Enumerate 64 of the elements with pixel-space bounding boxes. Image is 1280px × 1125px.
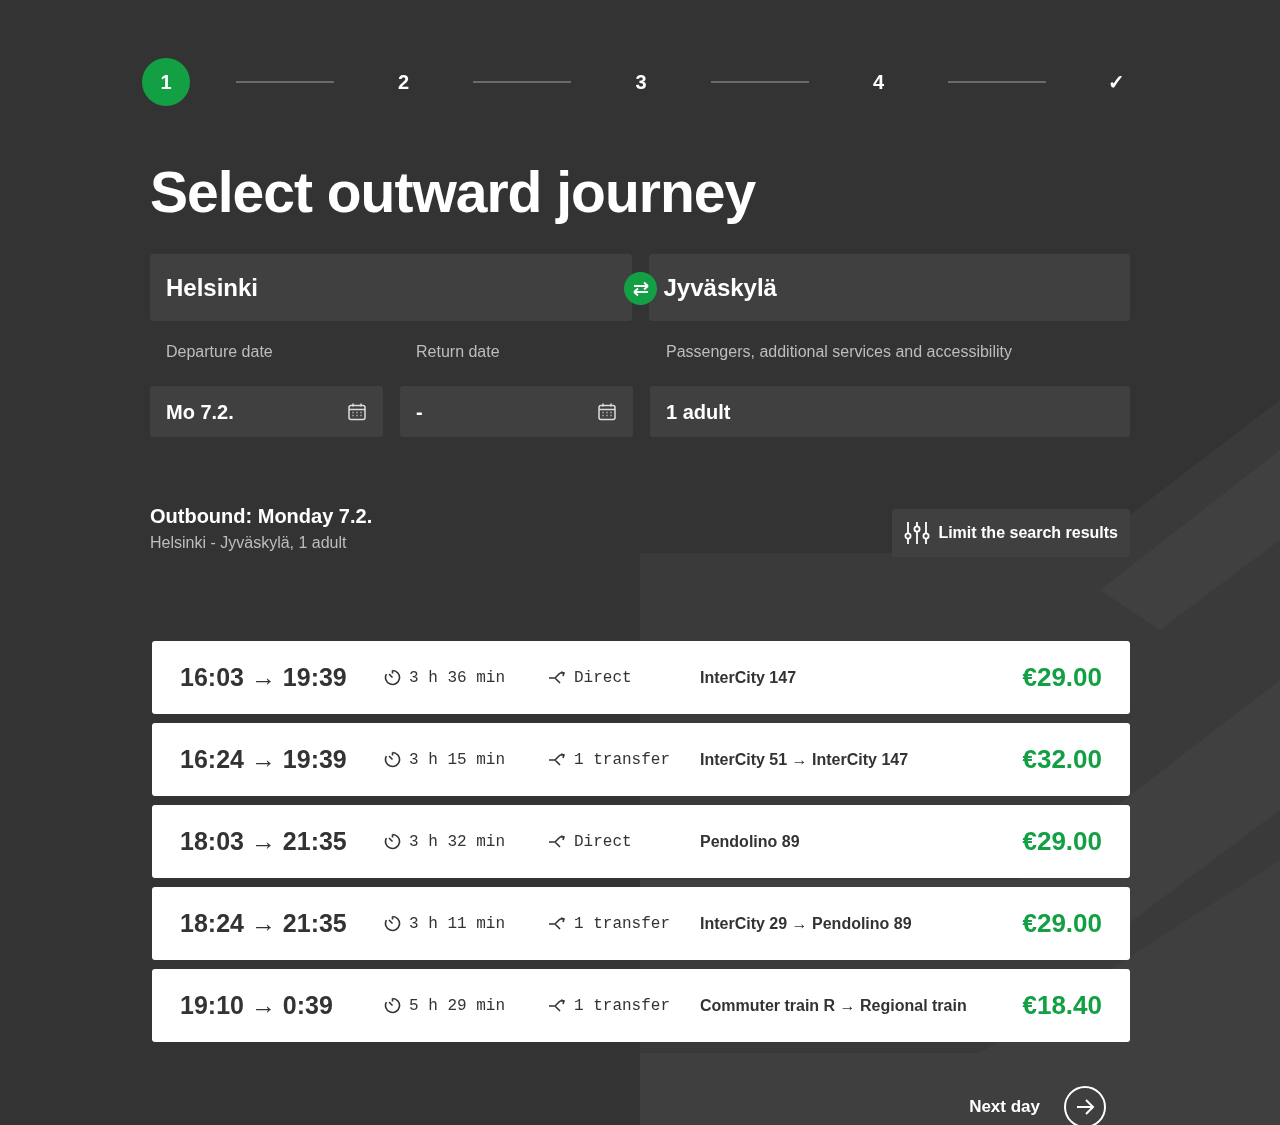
step-indicator: 2 (396, 70, 411, 95)
next-day-label: Next day (969, 1096, 1040, 1119)
input-field[interactable]: - (400, 386, 633, 437)
journey-price: €18.40 (1022, 989, 1102, 1022)
field-label: Return date (415, 342, 501, 362)
split-arrow-icon (548, 834, 566, 849)
filter-button[interactable]: Limit the search results (892, 509, 1130, 557)
field-label: Passengers, additional services and accessibility (665, 342, 1013, 362)
journey-times: 16:24 → 19:39 (180, 743, 348, 775)
timer-icon (384, 833, 401, 850)
calendar-icon (597, 401, 617, 422)
journey-duration: 3 h 11 min (409, 913, 505, 935)
timer-icon (384, 751, 401, 768)
timer-icon (384, 669, 401, 686)
input-field[interactable]: Helsinki (150, 254, 632, 321)
step-indicator: 1 (142, 58, 190, 106)
field-label: Departure date (165, 342, 274, 362)
train-names: InterCity 147 (700, 667, 798, 688)
sliders-icon (904, 521, 931, 545)
journey-duration: 5 h 29 min (409, 995, 505, 1017)
page-title: Select outward journey (150, 159, 757, 226)
train-names: InterCity 29 → Pendolino 89 (700, 913, 913, 934)
journey-summary: Helsinki - Jyväskylä, 1 adult (150, 533, 348, 553)
journey-duration: 3 h 36 min (409, 667, 505, 689)
arrow-right-icon (1075, 1098, 1095, 1116)
timer-icon (384, 915, 401, 932)
journey-transfers: 1 transfer (574, 995, 670, 1017)
journey-price: €32.00 (1022, 743, 1102, 776)
journey-times: 18:24 → 21:35 (180, 907, 348, 939)
journey-duration: 3 h 32 min (409, 831, 505, 853)
input-field[interactable]: Jyväskylä (648, 254, 1130, 321)
train-names: Pendolino 89 (700, 831, 801, 852)
journey-price: €29.00 (1022, 907, 1102, 940)
journey-card[interactable]: 18:03 → 21:35 3 h 32 min Direct Pendolino 89 €29.00 (152, 805, 1130, 878)
journey-card[interactable]: 19:10 → 0:39 5 h 29 min 1 transfer Commuter train R → Regional train €18.40 (152, 969, 1130, 1042)
step-indicator: 4 (871, 70, 886, 95)
journey-card[interactable]: 18:24 → 21:35 3 h 11 min 1 transfer InterCity 29 → Pendolino 89 €29.00 (152, 887, 1130, 960)
input-field[interactable]: Mo 7.2. (150, 386, 383, 437)
journey-card[interactable]: 16:24 → 19:39 3 h 15 min 1 transfer InterCity 51 → InterCity 147 €32.00 (152, 723, 1130, 796)
journey-times: 16:03 → 19:39 (180, 661, 348, 693)
next-day-button[interactable] (1064, 1086, 1106, 1125)
split-arrow-icon (548, 916, 566, 931)
journey-price: €29.00 (1022, 825, 1102, 858)
step-indicator: ✓ (1106, 70, 1126, 95)
step-indicator: 3 (634, 70, 648, 95)
train-names: Commuter train R → Regional train (700, 995, 968, 1016)
journey-transfers: Direct (574, 831, 632, 853)
split-arrow-icon (548, 998, 566, 1013)
journey-transfers: Direct (574, 667, 632, 689)
input-field[interactable]: 1 adult (650, 386, 1130, 437)
train-names: InterCity 51 → InterCity 147 (700, 749, 910, 770)
journey-duration: 3 h 15 min (409, 749, 505, 771)
swap-icon (631, 280, 650, 297)
journey-transfers: 1 transfer (574, 749, 670, 771)
split-arrow-icon (548, 752, 566, 767)
journey-card[interactable]: 16:03 → 19:39 3 h 36 min Direct InterCity 147 €29.00 (152, 641, 1130, 714)
calendar-icon (347, 401, 367, 422)
journey-times: 18:03 → 21:35 (180, 825, 348, 857)
timer-icon (384, 997, 401, 1014)
journey-price: €29.00 (1022, 661, 1102, 694)
outbound-heading: Outbound: Monday 7.2. (150, 504, 373, 529)
split-arrow-icon (548, 670, 566, 685)
journey-times: 19:10 → 0:39 (180, 989, 334, 1021)
journey-transfers: 1 transfer (574, 913, 670, 935)
